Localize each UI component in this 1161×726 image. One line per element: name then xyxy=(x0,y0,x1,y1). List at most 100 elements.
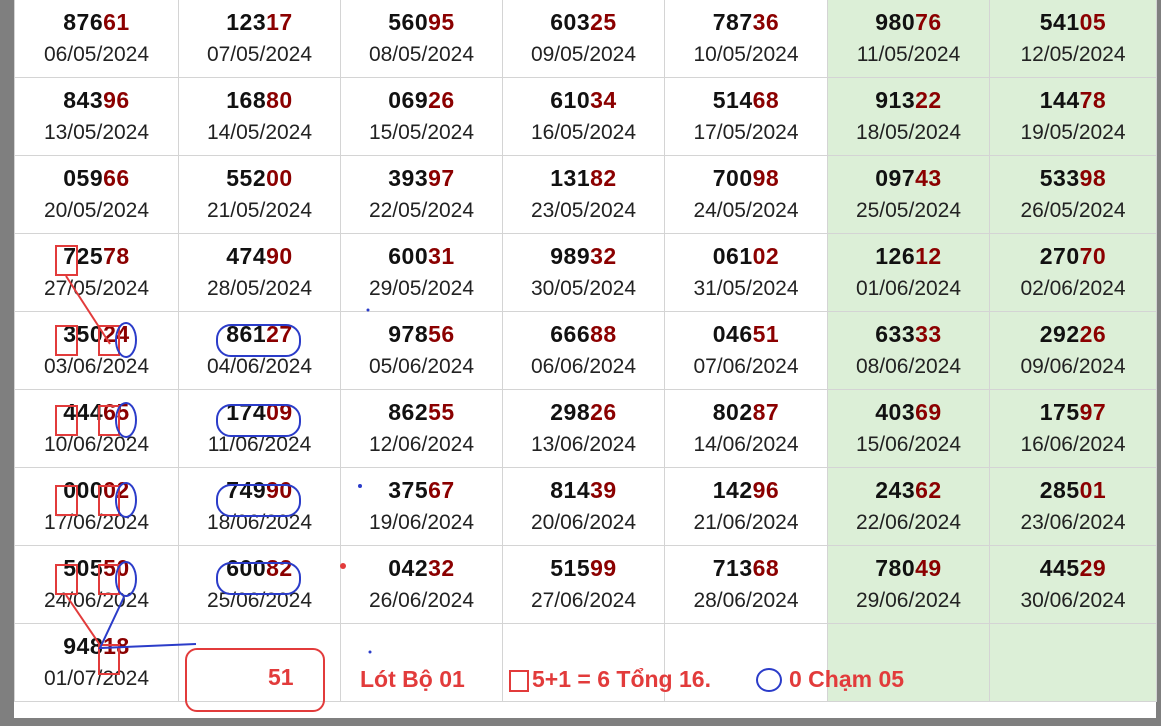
number-prefix: 814 xyxy=(550,477,591,503)
number-suffix: 98 xyxy=(1079,165,1107,191)
result-date: 13/06/2024 xyxy=(530,433,637,456)
number-prefix: 350 xyxy=(63,321,104,347)
grid-row: 87661 06/05/2024 12317 07/05/2024 56095 08/05… xyxy=(14,0,1157,78)
number-prefix: 069 xyxy=(388,87,429,113)
number-suffix: 88 xyxy=(590,321,617,347)
result-date: 18/06/2024 xyxy=(206,511,313,534)
result-date: 16/05/2024 xyxy=(530,121,637,144)
number-suffix: 90 xyxy=(266,243,293,269)
number-prefix: 505 xyxy=(63,555,104,581)
number-prefix: 725 xyxy=(63,243,104,269)
number-suffix: 68 xyxy=(752,87,780,113)
result-cell: 39397 22/05/2024 xyxy=(340,155,503,234)
result-number: 05966 xyxy=(15,164,178,192)
result-number: 51468 xyxy=(665,86,827,114)
number-suffix: 24 xyxy=(103,321,130,347)
number-suffix: 90 xyxy=(266,477,293,503)
result-number: 60031 xyxy=(341,242,502,270)
grid-row: 35024 03/06/2024 86127 04/06/2024 97856 05/06… xyxy=(14,311,1157,390)
sum-text: 5+1 = 6 Tổng 16. xyxy=(532,666,711,692)
number-suffix: 17 xyxy=(266,9,293,35)
result-date: 23/05/2024 xyxy=(530,199,637,222)
result-date: 11/06/2024 xyxy=(207,433,312,456)
result-cell: 94818 01/07/2024 xyxy=(14,623,179,702)
number-prefix: 989 xyxy=(550,243,591,269)
result-cell: 78736 10/05/2024 xyxy=(664,0,828,78)
result-cell: 13182 23/05/2024 xyxy=(502,155,665,234)
result-date: 19/06/2024 xyxy=(368,511,475,534)
result-cell: 37567 19/06/2024 xyxy=(340,467,503,546)
number-suffix: 39 xyxy=(590,477,617,503)
result-cell: 12317 07/05/2024 xyxy=(178,0,341,78)
lot-text: Lót Bộ 01 xyxy=(360,666,465,692)
cham-text: 0 Chạm 05 xyxy=(789,666,905,692)
result-number: 12317 xyxy=(179,8,340,36)
result-date: 09/06/2024 xyxy=(1020,355,1126,378)
result-number: 70098 xyxy=(665,164,827,192)
number-prefix: 713 xyxy=(712,555,753,581)
result-number: 60082 xyxy=(179,554,340,582)
result-number: 47490 xyxy=(179,242,340,270)
result-date: 09/05/2024 xyxy=(530,43,637,66)
results-grid: 87661 06/05/2024 12317 07/05/2024 56095 08/05… xyxy=(14,0,1157,702)
result-cell: 98076 11/05/2024 xyxy=(827,0,990,78)
number-suffix: 49 xyxy=(915,555,942,581)
number-prefix: 097 xyxy=(875,165,916,191)
number-prefix: 000 xyxy=(63,477,104,503)
result-number: 81439 xyxy=(503,476,664,504)
result-date: 24/06/2024 xyxy=(43,589,150,612)
result-number: 24362 xyxy=(828,476,989,504)
number-prefix: 243 xyxy=(875,477,916,503)
number-suffix: 29 xyxy=(1079,555,1107,581)
grid-row: 05966 20/05/2024 55200 21/05/2024 39397 22/05… xyxy=(14,155,1157,234)
number-suffix: 95 xyxy=(428,9,455,35)
number-prefix: 749 xyxy=(226,477,267,503)
result-cell: 17597 16/06/2024 xyxy=(989,389,1157,468)
number-prefix: 175 xyxy=(1039,399,1080,425)
number-suffix: 32 xyxy=(428,555,455,581)
result-date: 11/05/2024 xyxy=(856,43,961,66)
number-prefix: 123 xyxy=(226,9,267,35)
result-date: 30/05/2024 xyxy=(530,277,637,300)
result-cell: 60031 29/05/2024 xyxy=(340,233,503,312)
number-prefix: 474 xyxy=(226,243,267,269)
number-suffix: 82 xyxy=(590,165,617,191)
result-number: 51599 xyxy=(503,554,664,582)
number-suffix: 31 xyxy=(428,243,455,269)
result-date: 29/06/2024 xyxy=(855,589,962,612)
number-suffix: 61 xyxy=(103,9,130,35)
number-prefix: 515 xyxy=(550,555,591,581)
number-prefix: 913 xyxy=(875,87,916,113)
number-prefix: 046 xyxy=(712,321,753,347)
result-cell: 51468 17/05/2024 xyxy=(664,77,828,156)
number-suffix: 02 xyxy=(752,243,780,269)
result-number: 17409 xyxy=(179,398,340,426)
number-suffix: 78 xyxy=(1079,87,1107,113)
number-suffix: 26 xyxy=(1079,321,1107,347)
result-date: 27/06/2024 xyxy=(530,589,637,612)
number-prefix: 142 xyxy=(712,477,753,503)
result-date: 10/05/2024 xyxy=(693,43,799,66)
number-prefix: 292 xyxy=(1039,321,1080,347)
result-cell: 51599 27/06/2024 xyxy=(502,545,665,624)
result-cell: 29826 13/06/2024 xyxy=(502,389,665,468)
number-prefix: 666 xyxy=(550,321,591,347)
result-date: 17/06/2024 xyxy=(43,511,150,534)
result-cell: 80287 14/06/2024 xyxy=(664,389,828,468)
result-cell: 60325 09/05/2024 xyxy=(502,0,665,78)
result-date: 25/05/2024 xyxy=(855,199,962,222)
number-prefix: 802 xyxy=(712,399,753,425)
result-date: 08/05/2024 xyxy=(368,43,475,66)
number-suffix: 34 xyxy=(590,87,617,113)
result-number: 53398 xyxy=(990,164,1156,192)
result-cell: 84396 13/05/2024 xyxy=(14,77,179,156)
grid-row: 84396 13/05/2024 16880 14/05/2024 06926 15/05… xyxy=(14,77,1157,156)
result-date: 12/06/2024 xyxy=(368,433,475,456)
number-prefix: 600 xyxy=(388,243,429,269)
grid-row: 50550 24/06/2024 60082 25/06/2024 04232 26/06… xyxy=(14,545,1157,624)
number-suffix: 67 xyxy=(428,477,455,503)
result-number: 61034 xyxy=(503,86,664,114)
result-date: 05/06/2024 xyxy=(368,355,475,378)
number-prefix: 700 xyxy=(712,165,753,191)
result-number: 12612 xyxy=(828,242,989,270)
